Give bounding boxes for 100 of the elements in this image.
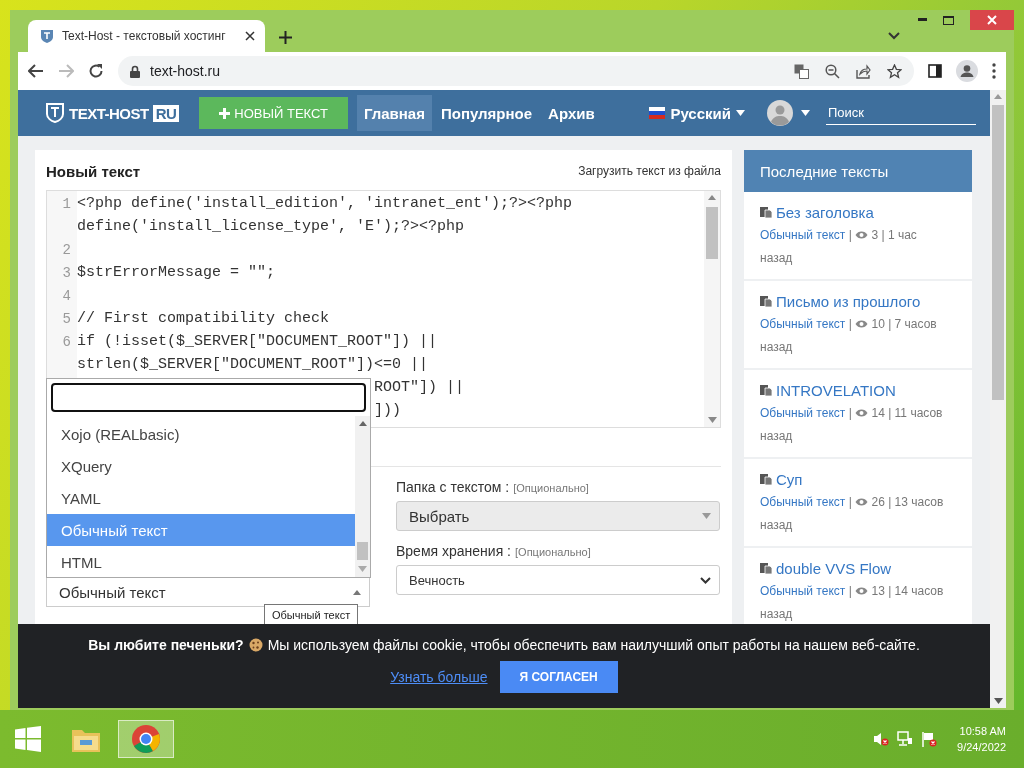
caret-icon — [801, 110, 810, 116]
share-icon[interactable] — [856, 63, 871, 79]
field-hint: [Опционально] — [515, 546, 591, 558]
menu-icon[interactable] — [992, 63, 996, 79]
code-line: ROOT"]) || — [374, 379, 465, 396]
clock-date: 9/24/2022 — [957, 740, 1006, 755]
document-icon — [760, 473, 772, 485]
clock-time: 10:58 AM — [959, 724, 1006, 739]
type-link[interactable]: Обычный текст — [760, 317, 846, 331]
maximize-icon[interactable] — [943, 15, 954, 25]
field-label: Папка с текстом : — [396, 479, 510, 495]
field-hint: [Опционально] — [513, 482, 589, 494]
text-meta: Обычный текст | 26 | 13 часов назад — [760, 494, 944, 534]
windows-start-icon[interactable] — [15, 726, 41, 752]
line-number: 1 — [61, 195, 71, 212]
type-link[interactable]: Обычный текст — [760, 495, 846, 509]
accept-button[interactable]: Я СОГЛАСЕН — [499, 661, 618, 693]
scroll-down-icon — [993, 698, 1003, 704]
scroll-up-icon — [994, 94, 1002, 99]
scrollbar[interactable] — [355, 416, 370, 577]
speaker-muted-icon[interactable] — [873, 731, 890, 747]
nav-link[interactable]: Популярное — [433, 95, 540, 131]
eye-icon — [855, 320, 869, 328]
scroll-thumb[interactable] — [357, 542, 368, 560]
network-icon[interactable] — [897, 731, 914, 747]
site-logo[interactable]: TEXT-HOST RU — [45, 102, 180, 124]
side-panel-icon[interactable] — [928, 64, 942, 78]
star-icon[interactable] — [887, 63, 902, 79]
text-link[interactable]: INTROVELATION — [760, 378, 944, 402]
plus-icon — [219, 107, 231, 119]
eye-icon — [855, 231, 869, 239]
code-line: <?php define('install_edition', 'intranet_ent');?><?php — [77, 195, 573, 212]
line-number: 3 — [61, 264, 71, 281]
type-link[interactable]: Обычный текст — [760, 228, 846, 242]
minimize-icon[interactable] — [918, 18, 927, 22]
zoom-out-icon[interactable] — [825, 63, 840, 79]
caret-icon — [353, 589, 361, 595]
document-icon — [760, 384, 772, 396]
code-editor[interactable] — [46, 190, 721, 428]
text-meta: Обычный текст | 13 | 14 часов назад — [760, 583, 944, 623]
dropdown-option[interactable]: YAML — [47, 482, 355, 514]
eye-icon — [855, 587, 869, 595]
upload-link[interactable]: Загрузить текст из файла — [578, 164, 721, 178]
address-bar[interactable]: text-host.ru — [118, 56, 914, 86]
profile-icon[interactable] — [956, 60, 978, 82]
search-field[interactable]: Поиск — [826, 101, 976, 125]
dropdown-option[interactable]: HTML — [47, 546, 355, 578]
taskbar-app[interactable] — [118, 720, 174, 758]
logo-text: TEXT-HOST — [69, 104, 149, 122]
scroll-up-icon — [358, 421, 367, 426]
scroll-up-icon — [708, 195, 716, 200]
document-icon — [760, 206, 772, 218]
eye-icon — [855, 409, 869, 417]
line-number: 5 — [61, 310, 71, 327]
code-line: strlen($_SERVER["DOCUMENT_ROOT"])<=0 || — [77, 356, 429, 373]
chevron-down-icon[interactable] — [888, 32, 900, 40]
clock[interactable]: 10:58 AM 9/24/2022 — [957, 723, 1006, 755]
text-link[interactable]: Суп — [760, 467, 944, 491]
cookie-question: Вы любите печеньки? — [88, 637, 244, 653]
reload-icon[interactable] — [88, 63, 104, 79]
syntax-select[interactable]: Обычный текст — [46, 577, 370, 607]
type-link[interactable]: Обычный текст — [760, 584, 846, 598]
type-link[interactable]: Обычный текст — [760, 406, 846, 420]
flag-alert-icon[interactable] — [921, 731, 938, 747]
scroll-thumb[interactable] — [706, 207, 718, 259]
scrollbar[interactable] — [704, 191, 720, 427]
scroll-thumb[interactable] — [992, 105, 1004, 400]
cookie-text: Мы используем файлы cookie, чтобы обеспечить вам наилучший опыт работы на нашем веб-сайте. — [267, 637, 920, 653]
shield-icon — [45, 102, 65, 124]
code-line: $strErrorMessage = ""; — [77, 264, 276, 281]
dropdown-option[interactable]: XQuery — [47, 450, 355, 482]
text-link[interactable]: Письмо из прошлого — [760, 289, 944, 313]
nav-link[interactable]: Главная — [356, 95, 432, 131]
page-scrollbar[interactable] — [990, 90, 1006, 708]
close-icon — [987, 15, 997, 25]
new-tab-icon[interactable] — [279, 31, 292, 44]
close-icon[interactable] — [245, 31, 255, 41]
lock-icon — [130, 64, 140, 78]
scroll-down-icon — [358, 566, 367, 572]
line-number: 6 — [61, 333, 71, 350]
back-icon[interactable] — [28, 64, 44, 78]
dropdown-option[interactable]: Обычный текст — [47, 514, 355, 546]
text-link[interactable]: double VVS Flow — [760, 556, 944, 580]
document-icon — [760, 562, 772, 574]
storage-select[interactable]: Вечность — [396, 565, 720, 595]
dropdown-option[interactable]: Xojo (REALbasic) — [47, 418, 355, 450]
window-close-button[interactable] — [970, 10, 1014, 30]
browser-tab[interactable]: Text-Host - текстовый хостинг — [28, 20, 265, 52]
text-meta: Обычный текст | 3 | 1 час назад — [760, 227, 918, 267]
text-link[interactable]: Без заголовка — [760, 200, 944, 224]
cookie-icon — [248, 638, 263, 652]
dropdown-search-field[interactable] — [51, 383, 366, 412]
learn-more-link[interactable]: Узнать больше — [390, 669, 488, 685]
code-line: define('install_license_type', 'E');?><?php — [77, 218, 465, 235]
tooltip: Обычный текст — [264, 604, 359, 626]
text-meta: Обычный текст | 14 | 11 часов назад — [760, 405, 944, 445]
avatar-icon[interactable] — [767, 100, 793, 126]
nav-link[interactable]: Архив — [541, 95, 602, 131]
language-selector[interactable]: Русский — [649, 104, 745, 122]
eye-icon — [855, 498, 869, 506]
